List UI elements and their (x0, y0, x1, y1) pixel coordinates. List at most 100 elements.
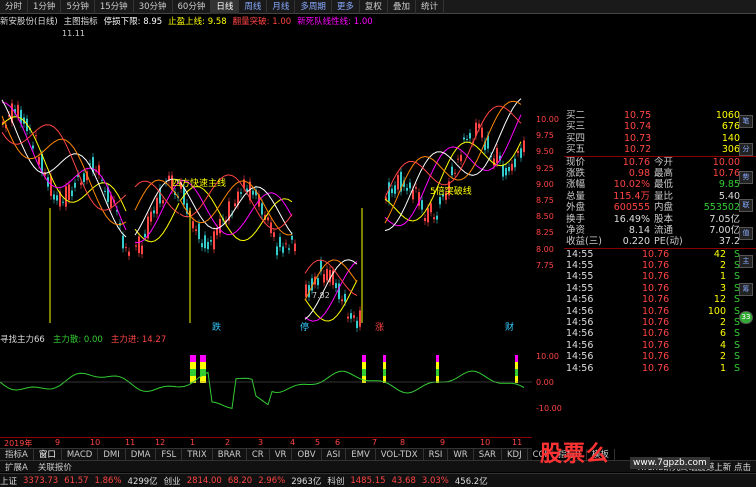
time-tick-label: 4 (290, 438, 296, 447)
side-button-2[interactable]: 势 (739, 171, 753, 184)
indicator-tick-label: 0.00 (536, 378, 554, 387)
time-tick-label: 1 (190, 438, 196, 447)
tick-row[interactable]: 14:56 10.76 4 S (564, 340, 756, 351)
candle-body (350, 313, 352, 319)
tick-row[interactable]: 14:56 10.76 12 S (564, 294, 756, 305)
tick-row[interactable]: 14:56 10.76 1 S (564, 363, 756, 374)
toolbar-btn-7[interactable]: 周线 (239, 0, 268, 14)
indicator-tab-obv[interactable]: OBV (292, 449, 322, 460)
indicator-tab-指标b[interactable]: 指标B (553, 449, 587, 460)
side-button-7[interactable]: 33 (739, 311, 753, 324)
side-button-6[interactable]: 筹 (739, 283, 753, 296)
candle-body (335, 283, 337, 288)
tick-row[interactable]: 14:55 10.76 42 S (564, 249, 756, 260)
ext-tab-1[interactable]: 关联报价 (33, 461, 77, 473)
indicator-tab-asi[interactable]: ASI (322, 449, 347, 460)
toolbar-btn-5[interactable]: 60分钟 (173, 0, 212, 14)
main-indicator-label[interactable]: 主图指标 (64, 15, 98, 27)
indicator-bar (383, 362, 386, 369)
candle-body (394, 185, 396, 194)
itrend-promo-link[interactable]: iTrend研究终端震撼上新 点击 (633, 461, 756, 473)
indicator-tab-dma[interactable]: DMA (126, 449, 157, 460)
tick-price: 10.76 (642, 328, 670, 340)
indicator-bar (515, 355, 518, 362)
tick-time: 14:55 (566, 260, 594, 272)
tick-row[interactable]: 14:55 10.76 1 S (564, 271, 756, 282)
toolbar-btn-1[interactable]: 1分钟 (28, 0, 62, 14)
tick-row[interactable]: 14:56 10.76 2 S (564, 317, 756, 328)
toolbar-btn-12[interactable]: 叠加 (388, 0, 416, 14)
toolbar-btn-3[interactable]: 15分钟 (95, 0, 134, 14)
toolbar-btn-13[interactable]: 统计 (416, 0, 444, 14)
signal-tag: 涨 (375, 322, 384, 333)
indicator-tab-brar[interactable]: BRAR (213, 449, 247, 460)
indicator-bar (436, 362, 439, 369)
indicator-tab-rsi[interactable]: RSI (424, 449, 449, 460)
kc-index-name[interactable]: 科创 (327, 475, 344, 487)
take-profit-label: 止盈上线: 9.58 (168, 17, 227, 27)
indicator-tab-vol-tdx[interactable]: VOL-TDX (376, 449, 424, 460)
quote-row: 总量 115.4万 量比 5.40 (564, 191, 756, 202)
indicator-tab-窗口[interactable]: 窗口 (34, 449, 62, 460)
indicator-tab-sar[interactable]: SAR (474, 449, 502, 460)
candle-body (514, 158, 516, 168)
tick-row[interactable]: 14:56 10.76 2 S (564, 351, 756, 362)
quote-label: 总量 (566, 190, 586, 202)
indicator-tab-指标a[interactable]: 指标A (0, 449, 34, 460)
toolbar-btn-4[interactable]: 30分钟 (134, 0, 173, 14)
order-book-row: 买四 10.73 140 (564, 133, 756, 144)
toolbar-btn-9[interactable]: 多周期 (295, 0, 332, 14)
tick-list[interactable]: 14:55 10.76 42 S 14:55 10.76 2 S 14:55 10.76 1 S 14:… (564, 249, 756, 374)
kc-index-pct: 3.03% (421, 475, 449, 486)
candle-body (326, 269, 328, 281)
indicator-bar (200, 362, 206, 369)
indicator-tab-kdj[interactable]: KDJ (502, 449, 528, 460)
candle-body (511, 163, 513, 171)
side-button-4[interactable]: 值 (739, 227, 753, 240)
indicator-tab-模板[interactable]: 模板 (587, 449, 615, 460)
indicator-tab-wr[interactable]: WR (448, 449, 474, 460)
indicator-tab-macd[interactable]: MACD (62, 449, 99, 460)
right-side-buttons: 笔分势联值主筹 33 (737, 110, 756, 440)
sh-index-name[interactable]: 上证 (0, 475, 17, 487)
toolbar-btn-10[interactable]: 更多 (332, 0, 360, 14)
indicator-tab-trix[interactable]: TRIX (182, 449, 213, 460)
candle-body (279, 237, 281, 248)
indicator-name[interactable]: 寻找主力66 (0, 333, 45, 345)
price-tick-label: 9.00 (536, 179, 554, 189)
indicator-tab-fsl[interactable]: FSL (156, 449, 183, 460)
toolbar-btn-6[interactable]: 日线 (211, 0, 240, 14)
cy-index-vol: 2963亿 (291, 476, 322, 487)
candle-body (80, 182, 82, 185)
indicator-tab-cr[interactable]: CR (247, 449, 270, 460)
candle-body (502, 164, 504, 177)
indicator-tab-cci[interactable]: CCI (528, 449, 553, 460)
toolbar-btn-11[interactable]: 复权 (360, 0, 388, 14)
ext-tab-0[interactable]: 扩展A (0, 461, 33, 473)
candle-body (17, 104, 19, 117)
tick-row[interactable]: 14:55 10.76 2 S (564, 260, 756, 271)
candlestick-chart[interactable]: 11.11 7.82 四方快速主线 5倍突破线 跌 停 涨 财 (0, 28, 532, 333)
tick-price: 10.76 (642, 362, 670, 374)
time-tick-label: 12 (155, 438, 166, 447)
indicator-chart[interactable] (0, 345, 532, 435)
tick-row[interactable]: 14:56 10.76 100 S (564, 306, 756, 317)
price-tick-label: 8.75 (536, 196, 554, 205)
tick-row[interactable]: 14:55 10.76 3 S (564, 283, 756, 294)
toolbar-btn-8[interactable]: 月线 (267, 0, 296, 14)
side-button-1[interactable]: 分 (739, 143, 753, 156)
toolbar-btn-2[interactable]: 5分钟 (61, 0, 95, 14)
indicator-tab-dmi[interactable]: DMI (98, 449, 126, 460)
side-button-5[interactable]: 主 (739, 255, 753, 268)
tick-row[interactable]: 14:56 10.76 6 S (564, 328, 756, 339)
toolbar-btn-0[interactable]: 分时 (0, 0, 29, 14)
tick-price: 10.76 (642, 271, 670, 283)
indicator-tab-emv[interactable]: EMV (346, 449, 376, 460)
candle-body (415, 187, 417, 189)
side-button-3[interactable]: 联 (739, 199, 753, 212)
indicator-bar (362, 369, 366, 376)
cy-index-name[interactable]: 创业 (164, 475, 181, 487)
side-button-0[interactable]: 笔 (739, 115, 753, 128)
tick-time: 14:56 (566, 294, 594, 306)
indicator-tab-vr[interactable]: VR (270, 449, 293, 460)
